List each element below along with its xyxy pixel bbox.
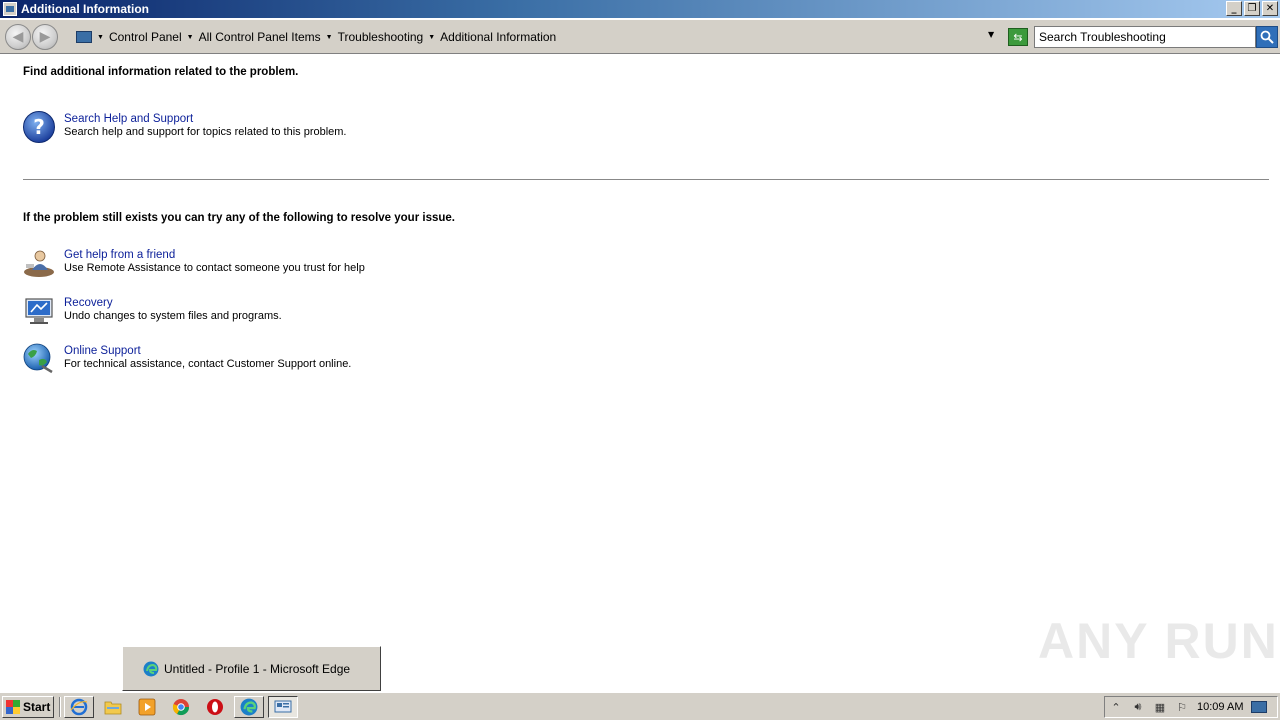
section-heading-find-info: Find additional information related to t… xyxy=(23,66,299,78)
taskbar-separator xyxy=(59,697,61,717)
clock[interactable]: 10:09 AM xyxy=(1197,701,1243,713)
taskbar-edge-button[interactable] xyxy=(234,696,264,718)
control-panel-icon xyxy=(3,2,17,16)
window-title: Additional Information xyxy=(21,2,149,16)
back-button[interactable]: ◀ xyxy=(5,24,31,50)
system-tray: ⌃ 🔊︎ ▦ ⚐ 10:09 AM xyxy=(1104,696,1278,718)
divider xyxy=(23,179,1269,180)
chevron-down-icon[interactable]: ▼ xyxy=(97,34,104,41)
taskbar-chrome-button[interactable] xyxy=(166,696,196,718)
start-label: Start xyxy=(23,700,51,714)
search-button[interactable] xyxy=(1256,26,1278,48)
chevron-down-icon[interactable]: ▼ xyxy=(187,34,194,41)
folder-icon xyxy=(104,701,122,715)
list-item[interactable]: Get help from a friend Use Remote Assist… xyxy=(22,246,365,280)
taskbar: Start ⌃ 🔊︎ ▦ ⚐ 10:09 AM xyxy=(0,692,1280,720)
address-dropdown-icon[interactable]: ▼ xyxy=(988,30,994,39)
edge-icon xyxy=(143,661,159,676)
restore-button[interactable]: ❐ xyxy=(1244,1,1260,16)
edge-icon xyxy=(240,698,258,716)
chrome-icon xyxy=(172,699,190,716)
recovery-description: Undo changes to system files and program… xyxy=(64,310,282,322)
search-icon xyxy=(1260,30,1274,44)
list-item[interactable]: Recovery Undo changes to system files an… xyxy=(22,294,282,328)
minimize-button[interactable]: _ xyxy=(1226,1,1242,16)
internet-explorer-icon xyxy=(70,698,88,716)
chevron-down-icon[interactable]: ▼ xyxy=(428,34,435,41)
main-content: Find additional information related to t… xyxy=(0,55,1280,691)
window-controls: _ ❐ ✕ xyxy=(1226,1,1278,16)
list-item[interactable]: Online Support For technical assistance,… xyxy=(22,342,351,376)
arrow-left-icon: ◀ xyxy=(12,29,24,45)
online-support-description: For technical assistance, contact Custom… xyxy=(64,358,352,370)
taskbar-ie-button[interactable] xyxy=(64,696,94,718)
search-help-link[interactable]: Search Help and Support xyxy=(64,113,347,126)
media-player-icon xyxy=(138,698,156,716)
navigation-bar: ◀ ▶ ▼ Control Panel ▼ All Control Panel … xyxy=(0,20,1280,54)
breadcrumb-troubleshooting[interactable]: Troubleshooting xyxy=(338,30,424,44)
help-icon: ? xyxy=(23,111,55,143)
get-help-friend-link[interactable]: Get help from a friend xyxy=(64,249,365,262)
help-support-item[interactable]: ? Search Help and Support Search help an… xyxy=(22,110,347,144)
forward-button[interactable]: ▶ xyxy=(32,24,58,50)
breadcrumb-control-panel[interactable]: Control Panel xyxy=(109,30,182,44)
taskbar-opera-button[interactable] xyxy=(200,696,230,718)
volume-icon[interactable]: 🔊︎ xyxy=(1127,697,1149,717)
show-desktop-icon[interactable] xyxy=(1251,701,1268,713)
breadcrumb-additional-information[interactable]: Additional Information xyxy=(440,30,556,44)
opera-icon xyxy=(207,699,223,715)
recovery-icon xyxy=(25,298,53,324)
svg-text:?: ? xyxy=(33,115,45,139)
network-icon[interactable]: ▦ xyxy=(1149,697,1171,717)
recovery-link[interactable]: Recovery xyxy=(64,297,282,310)
show-hidden-icons-icon[interactable]: ⌃ xyxy=(1105,697,1127,717)
get-help-friend-description: Use Remote Assistance to contact someone… xyxy=(64,262,365,274)
refresh-icon: ⇆ xyxy=(1013,30,1023,44)
section-heading-resolve: If the problem still exists you can try … xyxy=(23,212,455,224)
breadcrumb-all-items[interactable]: All Control Panel Items xyxy=(199,30,321,44)
popup-window-label[interactable]: Untitled - Profile 1 - Microsoft Edge xyxy=(164,662,350,676)
taskbar-window-popup[interactable]: Untitled - Profile 1 - Microsoft Edge xyxy=(122,646,381,691)
search-help-description: Search help and support for topics relat… xyxy=(64,126,347,138)
taskbar-explorer-button[interactable] xyxy=(98,696,128,718)
start-button[interactable]: Start xyxy=(2,696,54,718)
arrow-right-icon: ▶ xyxy=(39,29,51,45)
address-bar[interactable]: ▼ Control Panel ▼ All Control Panel Item… xyxy=(72,26,1004,48)
taskbar-control-panel-button[interactable] xyxy=(268,696,298,718)
control-panel-icon xyxy=(76,31,92,43)
title-bar: Additional Information _ ❐ ✕ xyxy=(0,0,1280,18)
watermark-logo: ANY RUN xyxy=(1038,613,1279,669)
search-input[interactable]: Search Troubleshooting xyxy=(1034,26,1256,48)
taskbar-media-player-button[interactable] xyxy=(132,696,162,718)
remote-assistance-icon xyxy=(24,250,54,277)
windows-logo-icon xyxy=(6,700,20,714)
globe-icon xyxy=(23,343,53,374)
close-button[interactable]: ✕ xyxy=(1262,1,1278,16)
action-center-flag-icon[interactable]: ⚐ xyxy=(1171,697,1193,717)
online-support-link[interactable]: Online Support xyxy=(64,345,351,358)
refresh-button[interactable]: ⇆ xyxy=(1008,28,1028,46)
control-panel-icon xyxy=(274,700,292,713)
chevron-down-icon[interactable]: ▼ xyxy=(326,34,333,41)
